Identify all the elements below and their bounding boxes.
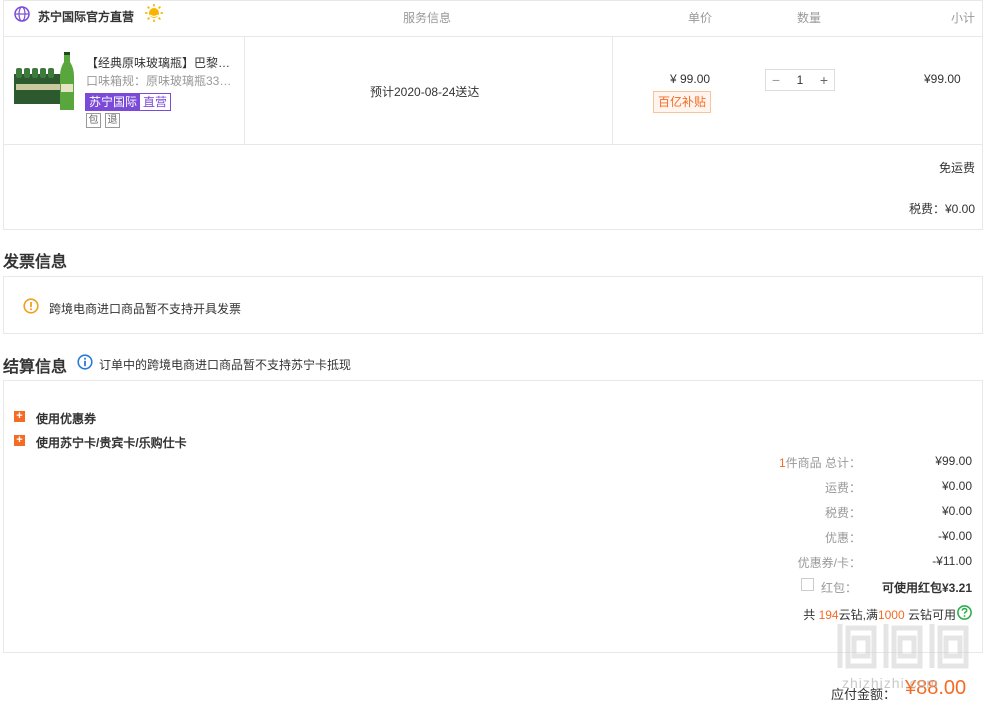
redpack-label: 红包：	[821, 581, 858, 595]
expand-cards-icon[interactable]: +	[14, 435, 25, 446]
delivery-estimate: 预计2020-08-24送达	[370, 85, 480, 99]
settlement-title: 结算信息	[3, 359, 68, 376]
tax-fee: 税费：¥0.00	[908, 202, 975, 216]
header-divider	[3, 36, 983, 37]
unit-price: ¥ 99.00	[670, 72, 711, 86]
badge-direct: 直营	[140, 94, 171, 110]
freight-label: 运费：	[824, 481, 861, 495]
quantity-stepper: − 1 +	[765, 69, 835, 91]
redpack-checkbox[interactable]	[801, 578, 814, 591]
freight-value: ¥0.00	[941, 479, 972, 493]
sun-icon	[145, 4, 163, 22]
price-col-divider	[612, 37, 613, 144]
free-shipping: 免运费	[938, 161, 975, 175]
coupon-label: 优惠券/卡：	[797, 556, 861, 570]
suning-intl-badge: 苏宁国际 直营	[85, 93, 172, 111]
tax-value: ¥0.00	[941, 504, 972, 518]
warning-icon	[23, 298, 39, 314]
column-price: 单价	[688, 11, 713, 25]
quantity-plus-button[interactable]: +	[814, 70, 834, 90]
tax-label: 税费：	[824, 506, 861, 520]
line-subtotal: ¥99.00	[924, 72, 961, 86]
column-service: 服务信息	[403, 11, 452, 25]
use-cards-option[interactable]: 使用苏宁卡/贵宾卡/乐购仕卡	[36, 434, 187, 451]
diamond-pre: 共	[803, 608, 816, 622]
package-tag-icon: 包	[86, 113, 101, 128]
product-col-divider	[244, 37, 245, 144]
product-divider	[3, 144, 983, 145]
total-value: ¥99.00	[935, 454, 972, 468]
store-order-box	[3, 0, 983, 230]
product-image[interactable]	[14, 52, 76, 112]
help-icon[interactable]	[957, 605, 972, 620]
quantity-minus-button[interactable]: −	[766, 70, 786, 90]
item-count: 1	[778, 456, 786, 470]
badge-label: 苏宁国际	[86, 94, 141, 110]
expand-coupon-icon[interactable]: +	[14, 411, 25, 422]
invoice-title: 发票信息	[3, 254, 68, 271]
column-subtotal: 小计	[951, 11, 976, 25]
column-quantity: 数量	[797, 11, 822, 25]
discount-label: 优惠：	[824, 531, 861, 545]
use-coupon-option[interactable]: 使用优惠券	[36, 410, 96, 427]
site-watermark-text: zhizhizhi.com	[842, 675, 940, 691]
coupon-value: -¥11.00	[932, 554, 972, 568]
info-icon	[77, 354, 93, 370]
discount-value: -¥0.00	[937, 529, 972, 543]
settlement-notice: 订单中的跨境电商进口商品暂不支持苏宁卡抵现	[99, 358, 352, 372]
item-count-text: 件商品 总计：	[785, 456, 861, 470]
store-name[interactable]: 苏宁国际官方直营	[38, 8, 134, 25]
product-spec: 口味箱规：原味玻璃瓶330ml*24瓶	[86, 74, 238, 88]
product-title[interactable]: 【经典原味玻璃瓶】巴黎水含气天然矿泉水	[86, 54, 242, 71]
redpack-available: 可使用红包¥3.21	[881, 581, 972, 595]
site-watermark-logo	[837, 624, 969, 669]
subsidy-badge: 百亿补贴	[653, 91, 712, 113]
globe-icon	[14, 6, 30, 22]
invoice-notice: 跨境电商进口商品暂不支持开具发票	[49, 302, 242, 316]
quantity-value[interactable]: 1	[786, 73, 814, 87]
return-tag-icon: 退	[105, 113, 120, 128]
item-count-label: 1件商品 总计：	[779, 454, 861, 471]
